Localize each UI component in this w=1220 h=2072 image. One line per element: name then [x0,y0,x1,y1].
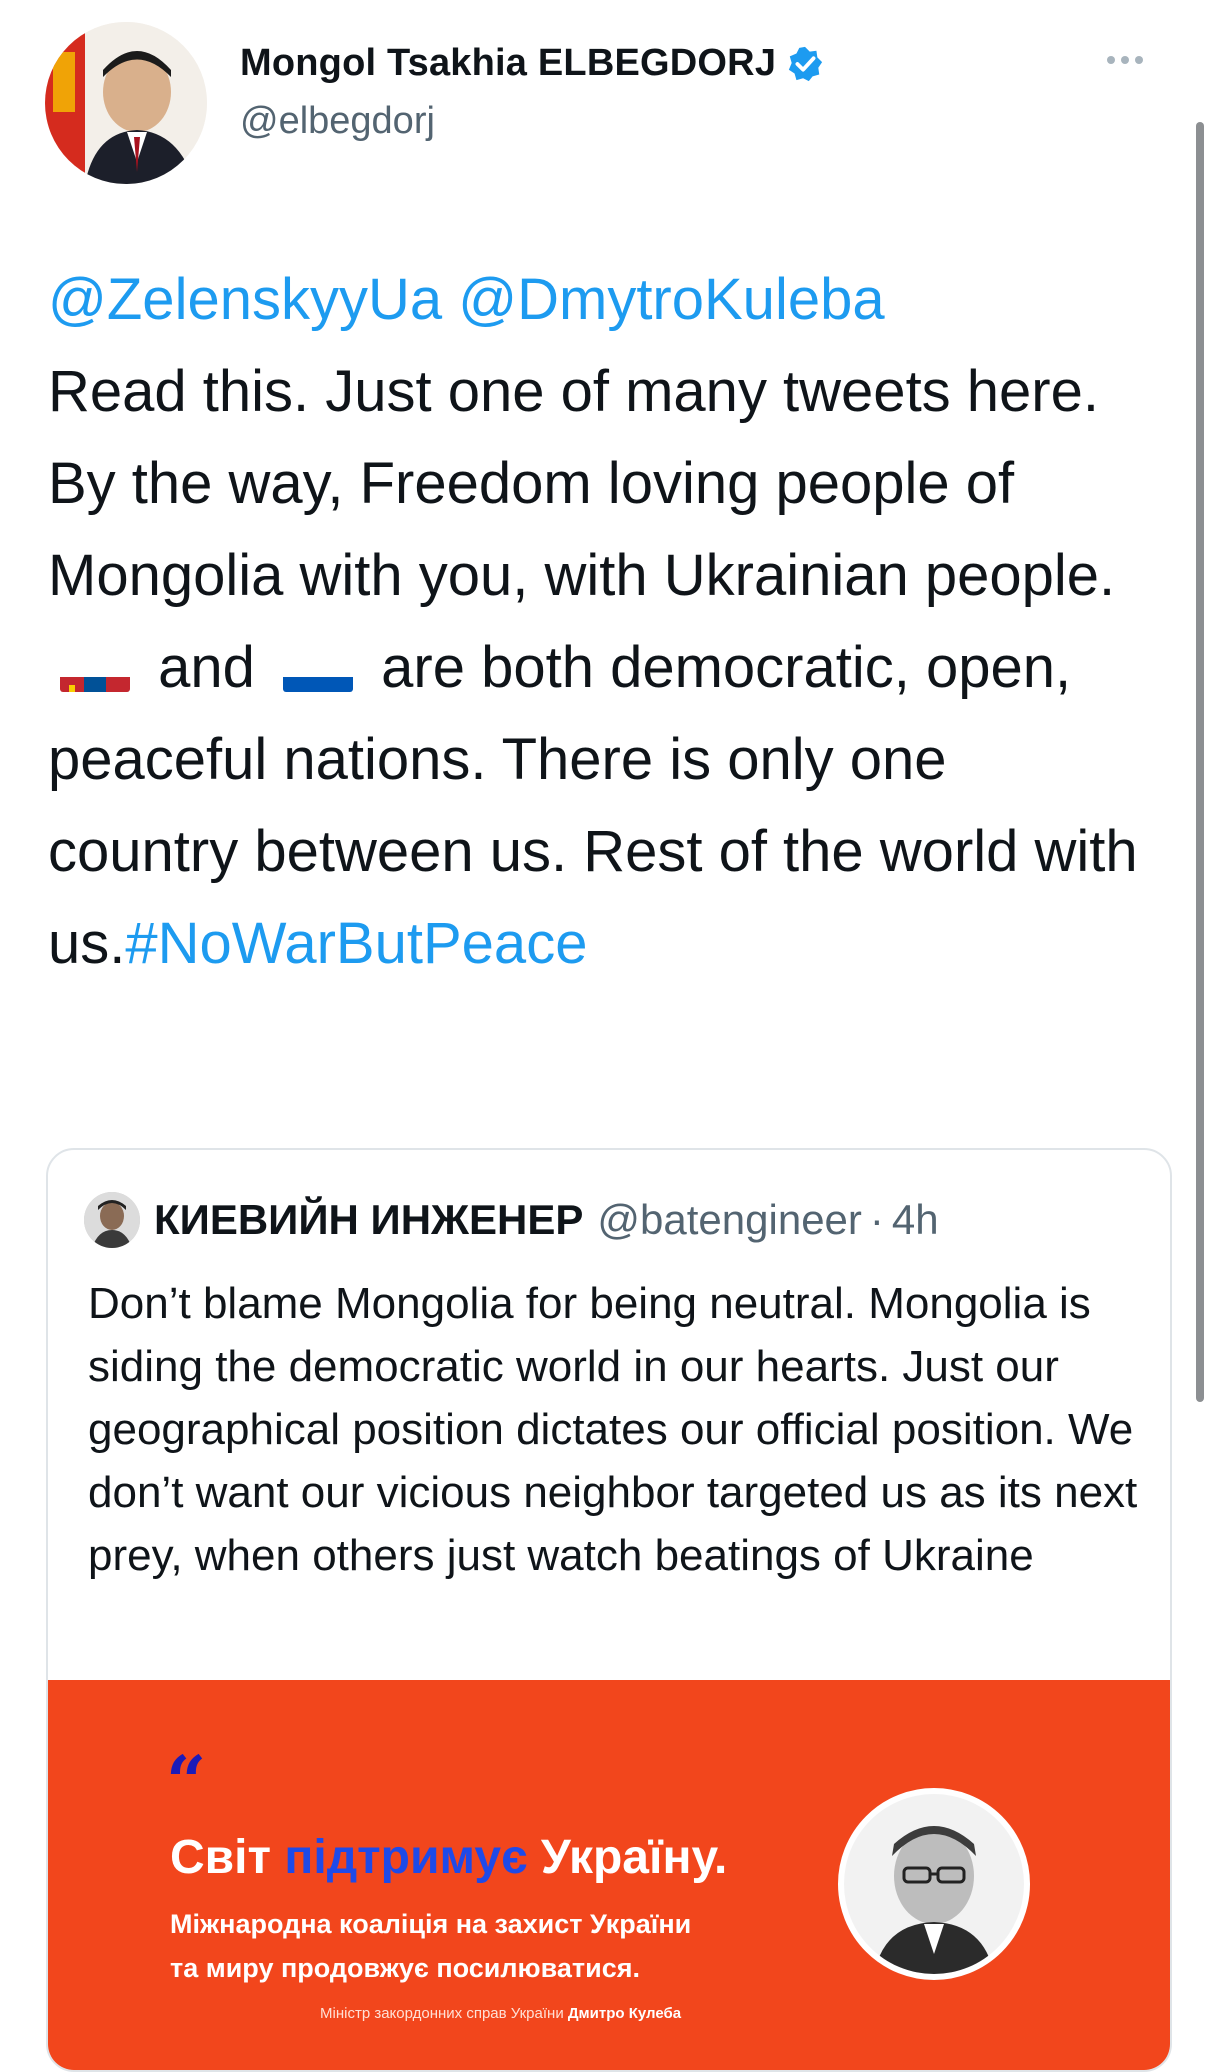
banner-subtitle: Міжнародна коаліція на захист України та… [170,1902,691,1990]
banner-title-word-2: підтримує [284,1831,528,1884]
banner-title-word-1: Світ [170,1831,272,1884]
quoted-author-handle[interactable]: @batengineer [597,1196,862,1244]
banner-credit-name: Дмитро Кулеба [567,2005,682,2022]
tweet-body-part1: Read this. Just one of many tweets here.… [48,359,1116,608]
author-display-name[interactable]: Mongol Tsakhia ELBEGDORJ [240,42,776,85]
mention-zelenskyy[interactable]: @ZelenskyyUa [48,267,442,332]
banner-title: Світ підтримує Україну. [170,1830,727,1885]
banner-credit: Міністр закордонних справ України Дмитро… [320,2005,681,2022]
banner-subtitle-line-1: Міжнародна коаліція на захист України [170,1909,692,1939]
and-word: and [158,635,255,700]
banner-title-word-3: Україну. [540,1831,728,1884]
hashtag-link[interactable]: #NoWarButPeace [125,911,587,976]
quoted-author-name[interactable]: КИЕВИЙН ИНЖЕНЕР [154,1196,583,1244]
minister-portrait [838,1788,1030,1980]
author-name-row: Mongol Tsakhia ELBEGDORJ [240,42,824,85]
tweet-text: @ZelenskyyUa @DmytroKuleba Read this. Ju… [48,254,1148,990]
banner-credit-prefix: Міністр закордонних справ України [320,2005,564,2022]
mention-kuleba[interactable]: @DmytroKuleba [458,267,884,332]
quoted-tweet-header: КИЕВИЙН ИНЖЕНЕР @batengineer · 4h [84,1192,939,1248]
more-options-icon[interactable] [1100,50,1150,70]
quoted-tweet-text: Don’t blame Mongolia for being neutral. … [88,1279,1138,1580]
banner-subtitle-line-2: та миру продовжує посилюватися. [170,1953,640,1983]
quoted-media-image[interactable]: “ Світ підтримує Україну. Міжнародна коа… [48,1680,1170,2070]
banner-quote-mark: “ [166,1740,207,1823]
author-avatar[interactable] [45,22,207,184]
mongolia-flag-icon [60,652,130,692]
scrollbar[interactable] [1196,122,1204,1402]
author-handle[interactable]: @elbegdorj [240,100,435,143]
quoted-timestamp[interactable]: 4h [892,1196,939,1244]
quoted-tweet-card[interactable]: КИЕВИЙН ИНЖЕНЕР @batengineer · 4h Don’t … [46,1148,1172,2072]
separator-dot: · [869,1196,884,1243]
ukraine-flag-icon [283,652,354,692]
tweet-header: Mongol Tsakhia ELBEGDORJ @elbegdorj [0,0,1220,200]
quoted-author-avatar[interactable] [84,1192,140,1248]
verified-badge-icon [789,46,823,81]
